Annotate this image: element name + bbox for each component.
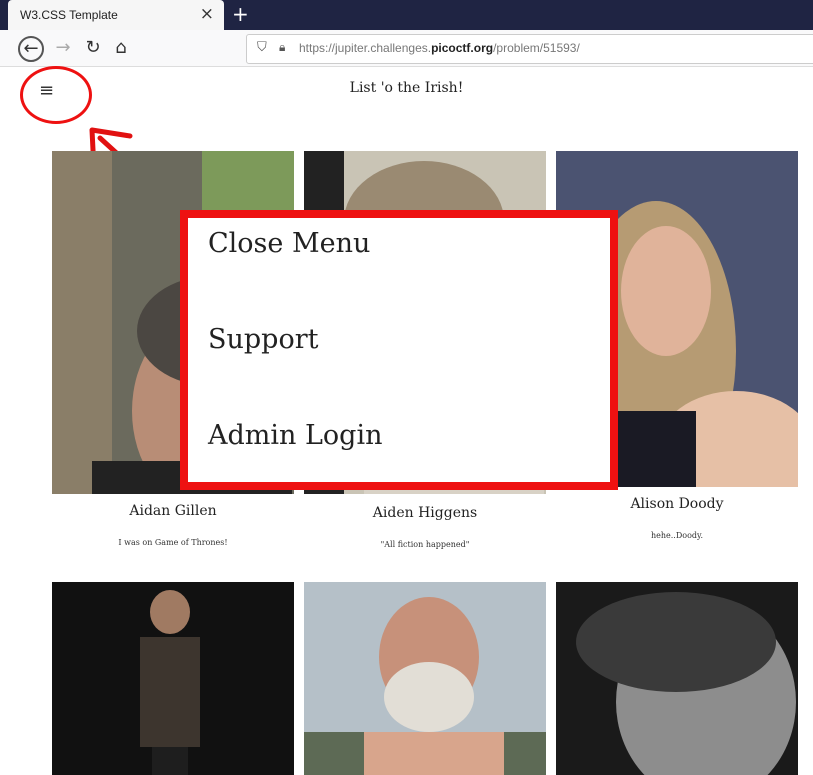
- forward-arrow-icon[interactable]: →: [50, 35, 76, 61]
- tab-title: W3.CSS Template: [20, 8, 118, 22]
- close-menu-link[interactable]: Close Menu: [208, 228, 370, 259]
- person-photo[interactable]: [304, 582, 546, 775]
- url-bar[interactable]: ⛉ 🔒︎ https://jupiter.challenges.picoctf.…: [246, 34, 813, 64]
- support-link[interactable]: Support: [208, 324, 318, 355]
- person-photo[interactable]: [52, 582, 294, 775]
- admin-login-link[interactable]: Admin Login: [208, 420, 383, 451]
- url-text[interactable]: https://jupiter.challenges.picoctf.org/p…: [299, 41, 580, 55]
- home-icon[interactable]: ⌂: [108, 35, 134, 61]
- person-name: Aidan Gillen: [129, 503, 217, 519]
- side-menu-overlay: Close Menu Support Admin Login: [180, 210, 618, 490]
- annotation-circle: [20, 66, 92, 124]
- new-tab-icon[interactable]: +: [232, 2, 249, 26]
- shield-icon[interactable]: ⛉: [257, 40, 267, 55]
- reload-icon[interactable]: ↻: [80, 35, 106, 61]
- person-quote: I was on Game of Thrones!: [118, 538, 228, 547]
- person-name: Alison Doody: [630, 496, 724, 512]
- person-photo[interactable]: [556, 582, 798, 775]
- close-tab-icon[interactable]: ×: [200, 4, 214, 24]
- person-quote: "All fiction happened": [380, 540, 470, 549]
- lock-icon[interactable]: 🔒︎: [279, 40, 285, 55]
- person-name: Aiden Higgens: [372, 505, 478, 521]
- navigation-bar: ← → ↻ ⌂ ⛉ 🔒︎ https://jupiter.challenges.…: [0, 30, 813, 67]
- person-quote: hehe..Doody.: [650, 531, 704, 540]
- browser-tab[interactable]: W3.CSS Template ×: [8, 0, 224, 30]
- page-title: List 'o the Irish!: [349, 80, 464, 96]
- back-arrow-icon[interactable]: ←: [18, 36, 44, 62]
- tab-strip: W3.CSS Template × +: [0, 0, 813, 30]
